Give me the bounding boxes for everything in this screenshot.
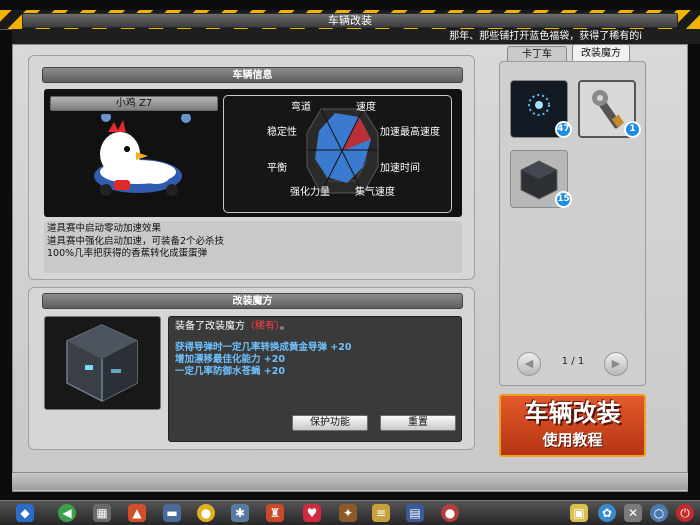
dark-cube-icon <box>66 324 138 402</box>
stat-stability: 稳定性 <box>267 127 297 138</box>
window-footer <box>12 472 688 490</box>
next-page-button[interactable]: ▶ <box>604 352 628 376</box>
item-count-badge: 15 <box>555 191 572 208</box>
stat-boost-power: 强化力量 <box>290 187 330 198</box>
start-icon[interactable]: ◆ <box>16 504 34 522</box>
power-icon[interactable]: ⏻ <box>676 504 694 522</box>
stat-charge-speed: 集气速度 <box>355 187 395 198</box>
stat-speed: 速度 <box>356 102 376 113</box>
modification-header: 改装魔方 <box>42 293 463 309</box>
note-icon[interactable]: ▣ <box>570 504 588 522</box>
tab-mod-cube[interactable]: 改装魔方 <box>572 44 630 62</box>
cart-icon[interactable]: ▦ <box>93 504 111 522</box>
equipped-message: 装备了改装魔方（稀有）。 <box>175 320 290 333</box>
radar-shape <box>306 108 379 194</box>
protect-button[interactable]: 保护功能 <box>292 415 368 431</box>
rarity-label: （稀有） <box>245 321 280 332</box>
tutorial-subtitle: 使用教程 <box>542 431 603 449</box>
mod-cube-preview <box>44 316 161 410</box>
description-line: 100%几率把获得的香蕉转化成蛋蛋弹 <box>47 248 208 259</box>
search-icon[interactable]: ○ <box>650 504 668 522</box>
scroll-icon[interactable]: ≡ <box>372 504 390 522</box>
stat-cornering: 弯道 <box>291 102 311 113</box>
tools-icon[interactable]: ✕ <box>624 504 642 522</box>
heart-icon[interactable]: ♥ <box>303 504 321 522</box>
stat-accel-time: 加速时间 <box>380 163 420 174</box>
tutorial-title: 车辆改装 <box>524 399 621 427</box>
bonus-line: 增加漂移最佳化能力 +20 <box>175 354 285 365</box>
flame-icon[interactable]: ▲ <box>128 504 146 522</box>
gear-icon[interactable]: ✱ <box>231 504 249 522</box>
bonus-line: 一定几率防御水苍蝇 +20 <box>175 366 285 377</box>
back-icon[interactable]: ◀ <box>58 504 76 522</box>
chicken-kart-image <box>94 114 191 196</box>
book-icon[interactable]: ▤ <box>406 504 424 522</box>
tab-kart[interactable]: 卡丁车 <box>507 46 567 62</box>
cluster-icon[interactable]: ✿ <box>598 504 616 522</box>
vehicle-info-header: 车辆信息 <box>42 67 463 83</box>
torch-icon[interactable]: ✦ <box>339 504 357 522</box>
bonus-line: 获得导弹时一定几率转换成黄金导弹 +20 <box>175 342 352 353</box>
banana-icon[interactable]: ● <box>197 504 215 522</box>
vehicle-name: 小鸡 Z7 <box>115 98 153 109</box>
vehicle-description: 道具赛中启动零动加速效果 道具赛中强化启动加速，可装备2个必杀技 100%几率把… <box>44 221 462 273</box>
helmet-icon[interactable]: ● <box>441 504 459 522</box>
page-indicator: 1 / 1 <box>561 356 585 367</box>
equipped-suffix: 。 <box>280 321 290 332</box>
equipped-prefix: 装备了改装魔方 <box>175 321 245 332</box>
item-count-badge: 47 <box>555 121 572 138</box>
news-ticker: 那年、那些铺打开蓝色福袋，获得了稀有的i <box>449 31 642 42</box>
window-title: 车辆改装 <box>328 14 372 27</box>
trophy-icon[interactable]: ♜ <box>266 504 284 522</box>
description-line: 道具赛中强化启动加速，可装备2个必杀技 <box>47 235 225 247</box>
stat-accel-top-speed: 加速最高速度 <box>380 127 440 138</box>
shoe-icon[interactable]: ▬ <box>163 504 181 522</box>
description-line: 道具赛中启动零动加速效果 <box>47 223 162 234</box>
reset-button[interactable]: 重置 <box>380 415 456 431</box>
game-screen: 车辆改装 那年、那些铺打开蓝色福袋，获得了稀有的i 车辆信息 小鸡 Z7 弯道 … <box>0 0 700 525</box>
prev-page-button[interactable]: ◀ <box>517 352 541 376</box>
stat-balance: 平衡 <box>267 163 287 174</box>
item-count-badge: 1 <box>624 121 641 138</box>
